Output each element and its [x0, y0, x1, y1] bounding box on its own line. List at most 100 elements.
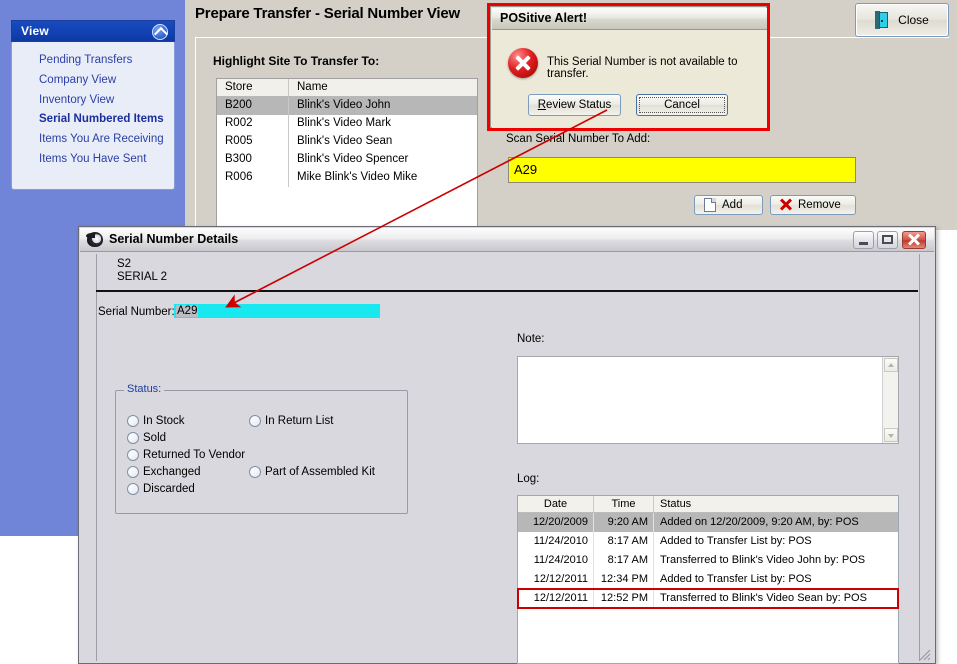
store-row[interactable]: B200 Blink's Video John — [217, 97, 477, 115]
red-x-icon — [780, 199, 792, 211]
store-cell-code: B300 — [217, 151, 289, 169]
highlight-site-label: Highlight Site To Transfer To: — [213, 54, 380, 68]
note-textarea[interactable] — [517, 356, 899, 444]
serial-number-input[interactable]: A29 — [174, 304, 380, 318]
log-row[interactable]: 11/24/2010 8:17 AM Transferred to Blink'… — [518, 551, 898, 570]
store-row[interactable]: B300 Blink's Video Spencer — [217, 151, 477, 169]
radio-exchanged[interactable]: Exchanged — [127, 466, 201, 479]
close-button-label: Close — [898, 13, 929, 27]
scroll-up-icon[interactable] — [884, 358, 898, 372]
sidebar-item-items-you-are-receiving[interactable]: Items You Are Receiving — [11, 129, 175, 149]
log-grid[interactable]: Date Time Status 12/20/2009 9:20 AM Adde… — [517, 495, 899, 664]
radio-icon — [127, 483, 139, 495]
store-cell-code: R005 — [217, 133, 289, 151]
log-cell-status: Added to Transfer List by: POS — [660, 573, 812, 585]
log-cell-date: 12/12/2011 — [518, 589, 594, 608]
serial-number-value: A29 — [176, 305, 199, 317]
app-logo-icon — [86, 232, 103, 247]
radio-sold[interactable]: Sold — [127, 432, 166, 445]
radio-label: Exchanged — [143, 466, 201, 478]
maximize-icon[interactable] — [877, 231, 898, 249]
store-list-grid[interactable]: Store Name B200 Blink's Video John R002 … — [216, 78, 478, 230]
radio-in-return-list[interactable]: In Return List — [249, 415, 333, 428]
alert-highlight-box: POSitive Alert! This Serial Number is no… — [487, 3, 770, 131]
error-icon — [508, 48, 538, 78]
log-cell-status: Transferred to Blink's Video John by: PO… — [660, 554, 866, 566]
sidebar-item-pending-transfers[interactable]: Pending Transfers — [11, 50, 175, 70]
radio-in-stock[interactable]: In Stock — [127, 415, 185, 428]
log-cell-time: 12:34 PM — [594, 570, 654, 589]
close-button[interactable]: Close — [855, 3, 949, 37]
remove-button[interactable]: Remove — [770, 195, 856, 215]
add-button[interactable]: Add — [694, 195, 763, 215]
radio-label: Part of Assembled Kit — [265, 466, 375, 478]
store-cell-code: R002 — [217, 115, 289, 133]
sidebar-item-items-you-have-sent[interactable]: Items You Have Sent — [11, 149, 175, 169]
alert-message: This Serial Number is not available to t… — [547, 56, 738, 80]
store-row[interactable]: R002 Blink's Video Mark — [217, 115, 477, 133]
radio-icon — [127, 466, 139, 478]
log-cell-date: 12/12/2011 — [518, 570, 594, 589]
chevrons-up-icon[interactable] — [152, 24, 168, 40]
page-add-icon — [704, 198, 716, 212]
alert-title: POSitive Alert! — [500, 11, 588, 25]
radio-label: Returned To Vendor — [143, 449, 246, 461]
minimize-icon[interactable] — [853, 231, 874, 249]
sidebar-title: View — [21, 24, 49, 38]
details-titlebar[interactable]: Serial Number Details — [80, 228, 934, 252]
log-cell-status: Added on 12/20/2009, 9:20 AM, by: POS — [660, 516, 859, 528]
details-window-title: Serial Number Details — [109, 232, 239, 246]
store-column-header-name: Name — [297, 81, 328, 93]
radio-icon — [249, 415, 261, 427]
note-scrollbar[interactable] — [882, 357, 898, 443]
radio-label: Discarded — [143, 483, 195, 495]
alert-titlebar: POSitive Alert! — [492, 8, 767, 30]
sidebar-item-inventory-view[interactable]: Inventory View — [11, 90, 175, 110]
review-status-button[interactable]: Review Status — [528, 94, 621, 116]
remove-button-label: Remove — [798, 199, 841, 211]
review-status-label: eview Status — [546, 99, 612, 111]
store-column-header-store: Store — [217, 79, 289, 96]
resize-grip[interactable] — [919, 649, 931, 661]
radio-part-of-assembled-kit[interactable]: Part of Assembled Kit — [249, 466, 375, 479]
review-status-accel: R — [537, 99, 547, 111]
log-column-header-time: Time — [594, 496, 654, 512]
log-row[interactable]: 12/12/2011 12:34 PM Added to Transfer Li… — [518, 570, 898, 589]
log-cell-time: 8:17 AM — [594, 532, 654, 551]
store-cell-name: Blink's Video Spencer — [297, 153, 409, 165]
store-row[interactable]: R005 Blink's Video Sean — [217, 133, 477, 151]
sidebar-item-company-view[interactable]: Company View — [11, 70, 175, 90]
item-code: S2 — [117, 258, 132, 270]
close-icon[interactable] — [902, 231, 926, 249]
item-name: SERIAL 2 — [117, 271, 168, 283]
store-cell-code: B200 — [217, 97, 289, 115]
scan-serial-input[interactable]: A29 — [508, 157, 856, 183]
radio-label: Sold — [143, 432, 167, 444]
alert-body: This Serial Number is not available to t… — [492, 30, 767, 128]
log-cell-date: 12/20/2009 — [518, 513, 594, 532]
radio-returned-to-vendor[interactable]: Returned To Vendor — [127, 449, 245, 462]
store-row[interactable]: R006 Mike Blink's Video Mike — [217, 169, 477, 187]
log-row[interactable]: 12/12/2011 12:52 PM Transferred to Blink… — [517, 588, 899, 609]
radio-icon — [249, 466, 261, 478]
log-row[interactable]: 12/20/2009 9:20 AM Added on 12/20/2009, … — [518, 513, 898, 532]
store-cell-code: R006 — [217, 169, 289, 187]
log-cell-status: Added to Transfer List by: POS — [660, 535, 812, 547]
scroll-down-icon[interactable] — [884, 428, 898, 442]
positive-alert-dialog: POSitive Alert! This Serial Number is no… — [490, 6, 767, 128]
log-column-header-date: Date — [518, 496, 594, 512]
cancel-button[interactable]: Cancel — [636, 94, 728, 116]
store-cell-name: Blink's Video Sean — [297, 135, 393, 147]
log-cell-status: Transferred to Blink's Video Sean by: PO… — [660, 592, 867, 604]
log-row[interactable]: 11/24/2010 8:17 AM Added to Transfer Lis… — [518, 532, 898, 551]
radio-label: In Return List — [265, 415, 334, 427]
store-grid-header: Store Name — [217, 79, 477, 97]
status-legend-label: Status: — [124, 383, 165, 395]
page-title: Prepare Transfer - Serial Number View — [195, 5, 460, 22]
radio-discarded[interactable]: Discarded — [127, 483, 195, 496]
sidebar-header: View — [11, 20, 175, 42]
note-label: Note: — [517, 333, 545, 345]
sidebar-item-serial-numbered-items[interactable]: Serial Numbered Items — [11, 110, 175, 129]
store-cell-name: Mike Blink's Video Mike — [297, 171, 418, 183]
add-button-label: Add — [722, 199, 743, 211]
